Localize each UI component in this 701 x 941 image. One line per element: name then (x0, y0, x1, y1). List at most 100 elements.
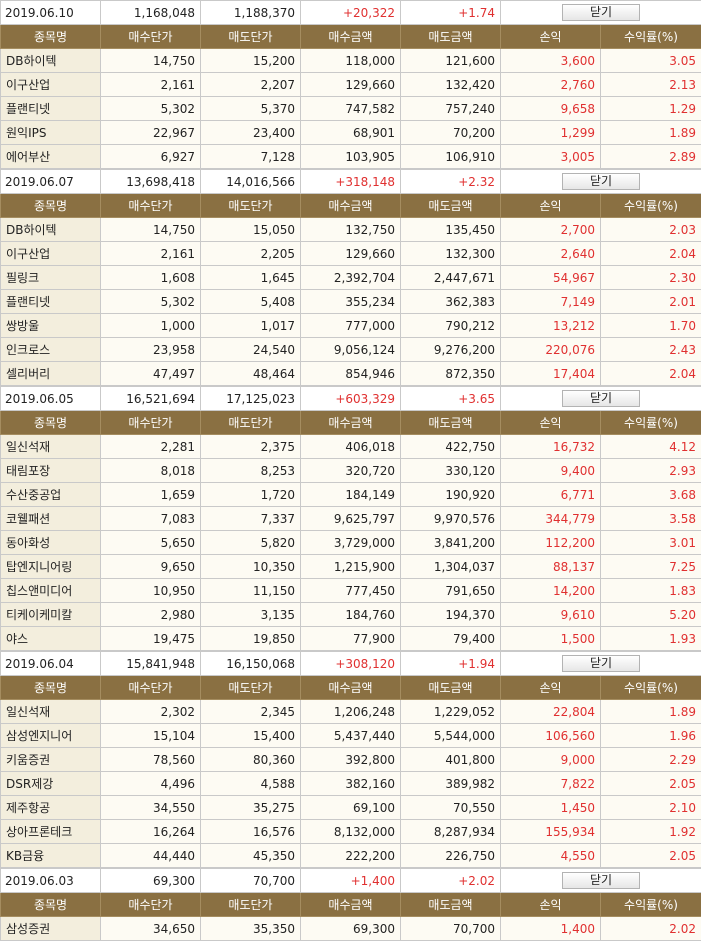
table-row: 삼성엔지니어 15,104 15,400 5,437,440 5,544,000… (1, 724, 701, 748)
buy-amount: 9,056,124 (301, 338, 401, 362)
day-table: 2019.06.04 15,841,948 16,150,068 +308,12… (0, 651, 701, 868)
profit: 9,658 (501, 97, 601, 121)
table-row: 키움증권 78,560 80,360 392,800 401,800 9,000… (1, 748, 701, 772)
profit-rate: 2.43 (601, 338, 701, 362)
table-row: 티케이케미칼 2,980 3,135 184,760 194,370 9,610… (1, 603, 701, 627)
table-row: DSR제강 4,496 4,588 382,160 389,982 7,822 … (1, 772, 701, 796)
table-row: 필링크 1,608 1,645 2,392,704 2,447,671 54,9… (1, 266, 701, 290)
profit: 220,076 (501, 338, 601, 362)
column-header-row: 종목명 매수단가 매도단가 매수금액 매도금액 손익 수익률(%) (1, 676, 701, 700)
header-sell-price: 매도단가 (201, 25, 301, 49)
profit-rate: 1.83 (601, 579, 701, 603)
header-buy-amount: 매수금액 (301, 194, 401, 218)
stock-name: 코웰패션 (1, 507, 101, 531)
profit-rate: 3.01 (601, 531, 701, 555)
sell-price: 2,375 (201, 435, 301, 459)
sell-amount: 70,200 (401, 121, 501, 145)
sell-amount: 791,650 (401, 579, 501, 603)
buy-amount: 392,800 (301, 748, 401, 772)
sell-price: 15,050 (201, 218, 301, 242)
trade-history: 2019.06.10 1,168,048 1,188,370 +20,322 +… (0, 0, 701, 941)
stock-name: 동아화성 (1, 531, 101, 555)
header-name: 종목명 (1, 194, 101, 218)
profit: 17,404 (501, 362, 601, 386)
sell-price: 23,400 (201, 121, 301, 145)
stock-name: 플랜티넷 (1, 290, 101, 314)
sell-price: 35,275 (201, 796, 301, 820)
profit: 13,212 (501, 314, 601, 338)
sell-amount: 401,800 (401, 748, 501, 772)
stock-name: 야스 (1, 627, 101, 651)
close-button[interactable]: 닫기 (562, 4, 640, 21)
stock-name: 키움증권 (1, 748, 101, 772)
buy-price: 10,950 (101, 579, 201, 603)
table-row: 상아프론테크 16,264 16,576 8,132,000 8,287,934… (1, 820, 701, 844)
profit-rate: 4.12 (601, 435, 701, 459)
profit-rate: 2.13 (601, 73, 701, 97)
close-cell: 닫기 (501, 1, 701, 25)
header-sell-price: 매도단가 (201, 676, 301, 700)
buy-price: 14,750 (101, 218, 201, 242)
sell-amount: 190,920 (401, 483, 501, 507)
buy-price: 5,302 (101, 290, 201, 314)
header-profit: 손익 (501, 25, 601, 49)
header-name: 종목명 (1, 411, 101, 435)
buy-total: 13,698,418 (101, 170, 201, 194)
profit: 106,560 (501, 724, 601, 748)
profit: 9,610 (501, 603, 601, 627)
day-summary-row: 2019.06.04 15,841,948 16,150,068 +308,12… (1, 652, 701, 676)
rate-total: +2.32 (401, 170, 501, 194)
table-row: 칩스앤미디어 10,950 11,150 777,450 791,650 14,… (1, 579, 701, 603)
buy-price: 9,650 (101, 555, 201, 579)
buy-amount: 854,946 (301, 362, 401, 386)
table-row: 원익IPS 22,967 23,400 68,901 70,200 1,299 … (1, 121, 701, 145)
sell-price: 1,720 (201, 483, 301, 507)
profit-rate: 1.93 (601, 627, 701, 651)
sell-price: 5,370 (201, 97, 301, 121)
stock-name: 일신석재 (1, 700, 101, 724)
header-profit: 손익 (501, 676, 601, 700)
profit: 1,400 (501, 917, 601, 941)
header-rate: 수익률(%) (601, 194, 701, 218)
sell-amount: 3,841,200 (401, 531, 501, 555)
sell-amount: 422,750 (401, 435, 501, 459)
close-button[interactable]: 닫기 (562, 655, 640, 672)
sell-amount: 5,544,000 (401, 724, 501, 748)
column-header-row: 종목명 매수단가 매도단가 매수금액 매도금액 손익 수익률(%) (1, 194, 701, 218)
sell-price: 5,408 (201, 290, 301, 314)
header-profit: 손익 (501, 893, 601, 917)
profit: 22,804 (501, 700, 601, 724)
stock-name: 탑엔지니어링 (1, 555, 101, 579)
profit-rate: 3.58 (601, 507, 701, 531)
header-buy-price: 매수단가 (101, 411, 201, 435)
close-button[interactable]: 닫기 (562, 173, 640, 190)
profit-total: +318,148 (301, 170, 401, 194)
sell-amount: 757,240 (401, 97, 501, 121)
buy-price: 14,750 (101, 49, 201, 73)
day-summary-row: 2019.06.05 16,521,694 17,125,023 +603,32… (1, 387, 701, 411)
sell-amount: 2,447,671 (401, 266, 501, 290)
buy-price: 16,264 (101, 820, 201, 844)
header-sell-amount: 매도금액 (401, 411, 501, 435)
sell-price: 24,540 (201, 338, 301, 362)
buy-amount: 777,450 (301, 579, 401, 603)
profit-rate: 2.05 (601, 772, 701, 796)
sell-price: 11,150 (201, 579, 301, 603)
buy-price: 47,497 (101, 362, 201, 386)
buy-price: 2,161 (101, 242, 201, 266)
buy-amount: 184,149 (301, 483, 401, 507)
header-rate: 수익률(%) (601, 676, 701, 700)
table-row: 동아화성 5,650 5,820 3,729,000 3,841,200 112… (1, 531, 701, 555)
close-button[interactable]: 닫기 (562, 872, 640, 889)
stock-name: DB하이텍 (1, 49, 101, 73)
close-button[interactable]: 닫기 (562, 390, 640, 407)
stock-name: 셀리버리 (1, 362, 101, 386)
table-row: 태림포장 8,018 8,253 320,720 330,120 9,400 2… (1, 459, 701, 483)
day-summary-row: 2019.06.07 13,698,418 14,016,566 +318,14… (1, 170, 701, 194)
buy-price: 5,302 (101, 97, 201, 121)
stock-name: 제주항공 (1, 796, 101, 820)
sell-amount: 8,287,934 (401, 820, 501, 844)
sell-price: 15,400 (201, 724, 301, 748)
header-sell-price: 매도단가 (201, 893, 301, 917)
profit-rate: 5.20 (601, 603, 701, 627)
